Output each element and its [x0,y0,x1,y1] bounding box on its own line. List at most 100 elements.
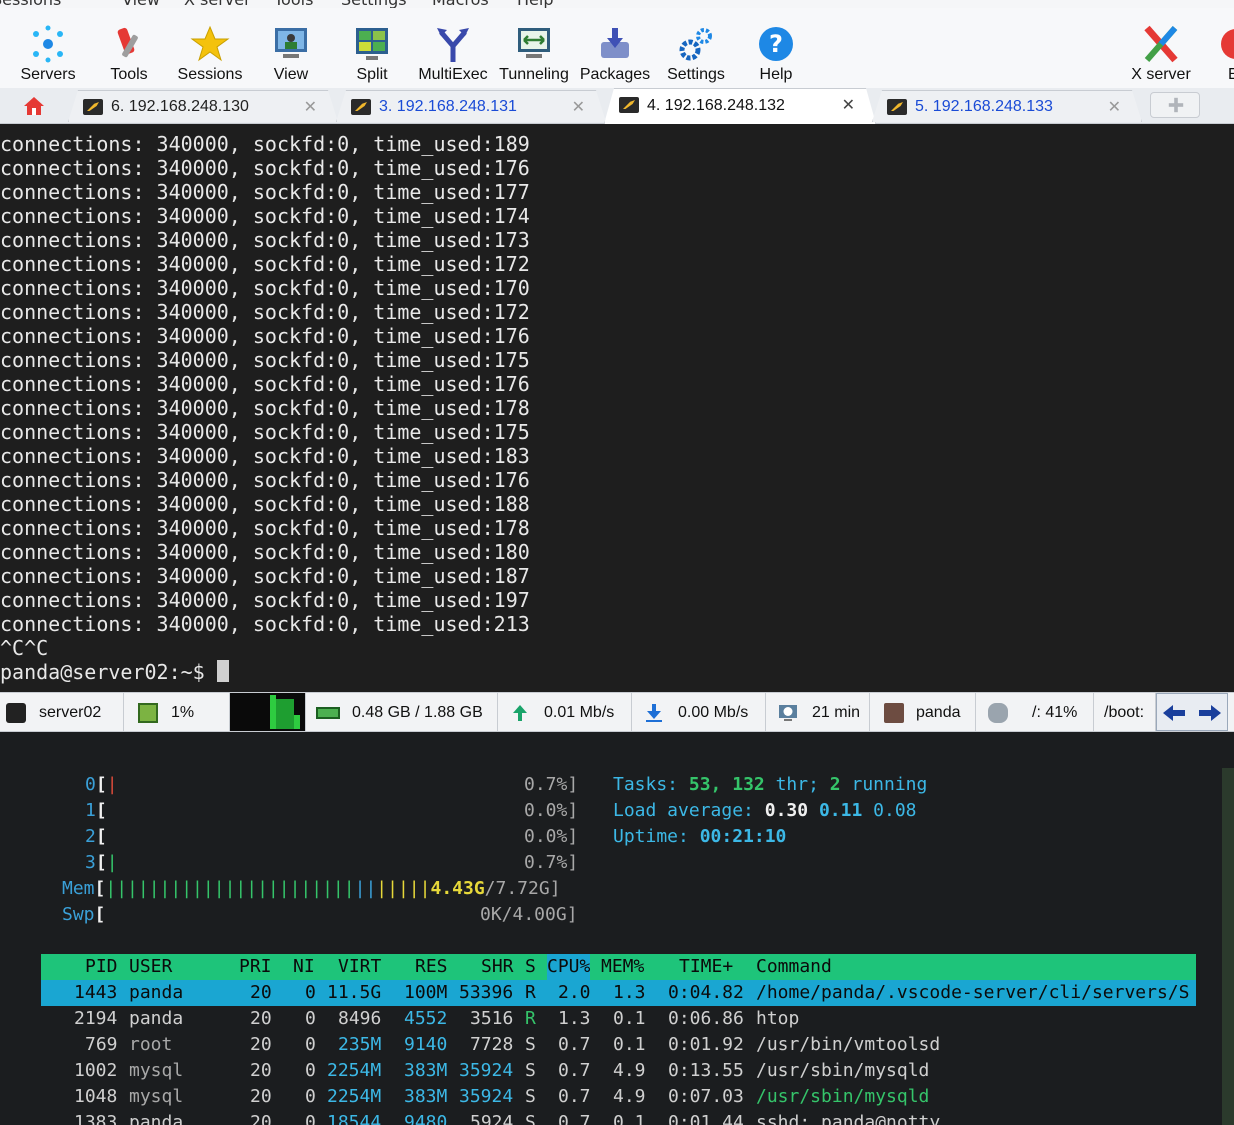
status-host: server02 [0,693,124,731]
ni: 0 [305,1034,316,1055]
process-row[interactable]: 1002 mysql 20 0 2254M 383M 35924 S 0.7 4… [41,1058,1196,1084]
status-bar: server02 1% 0.48 GB / 1.88 GB 0.01 Mb/s … [0,692,1234,732]
cpu: 0.7 [558,1112,591,1125]
settings-label: Settings [667,66,725,83]
process-table-header[interactable]: PID USER PRI NI VIRT RES SHR S CPU% MEM%… [41,954,1196,980]
exit-button[interactable]: E [1218,16,1234,88]
servers-button[interactable]: Servers [14,16,82,88]
xserver-button[interactable]: X server [1124,16,1198,88]
packages-icon [601,28,629,58]
running-label: running [851,774,928,795]
cpu-id: 2 [85,826,96,847]
swp-value: 0K/4.00G] [480,904,578,925]
process-row[interactable]: 2194 panda 20 0 8496 4552 3516 R 1.3 0.1… [41,1006,1196,1032]
state: R [525,982,536,1003]
col-mem[interactable]: MEM% [601,954,644,980]
virt: 235M [338,1034,382,1055]
process-row[interactable]: 769 root 20 0 235M 9140 7728 S 0.7 0.1 0… [41,1032,1196,1058]
settings-button[interactable]: Settings [660,16,732,88]
split-button[interactable]: Split [344,16,400,88]
terminal-line: connections: 340000, sockfd:0, time_used… [0,612,530,636]
swp-label: Swp [62,904,95,925]
close-icon[interactable]: ✕ [842,95,855,115]
threads-value: 132 [732,774,765,795]
uptime-label: Uptime: [613,826,689,847]
scroll-right-icon[interactable] [1197,702,1223,724]
sessions-button[interactable]: Sessions [176,16,244,88]
tab-session-6[interactable]: 6. 192.168.248.130 ✕ [68,90,338,122]
multiexec-icon [437,28,469,62]
res: 4552 [404,1008,448,1029]
col-s[interactable]: S [525,954,536,980]
col-ni[interactable]: NI [293,954,315,980]
status-host-text: server02 [39,704,102,721]
terminal-htop[interactable]: 0[| 0.7%] 1[ 0.0%] 2[ 0.0%] 3[| 0.7%] Me… [0,732,1234,1125]
col-virt[interactable]: VIRT [338,954,381,980]
state: S [525,1060,536,1081]
tools-icon [117,27,138,58]
cpu-icon [138,703,158,723]
state: R [525,1008,536,1029]
ssh-icon [83,99,103,115]
multiexec-button[interactable]: MultiExec [416,16,490,88]
new-tab-button[interactable] [1150,92,1200,118]
xserver-label: X server [1131,66,1191,83]
running-value: 2 [829,774,841,795]
close-icon[interactable]: ✕ [304,97,317,117]
view-button[interactable]: View [262,16,320,88]
cpu-id: 1 [85,800,96,821]
shr: 3516 [470,1008,514,1029]
home-tab[interactable] [8,90,60,122]
load-line: Load average: 0.30 0.11 0.08 [613,798,917,824]
download-arrow-icon [646,704,662,722]
terminal-line: connections: 340000, sockfd:0, time_used… [0,156,530,180]
tools-button[interactable]: Tools [96,16,162,88]
scroll-left-icon[interactable] [1161,702,1187,724]
background-strip [1222,768,1234,1125]
col-command[interactable]: Command [756,954,832,980]
col-pid[interactable]: PID [85,954,118,980]
status-memory-text: 0.48 GB / 1.88 GB [352,704,483,721]
tab-session-3[interactable]: 3. 192.168.248.131 ✕ [336,90,606,122]
col-shr[interactable]: SHR [481,954,514,980]
help-button[interactable]: ? Help [748,16,804,88]
terminal-top[interactable]: connections: 340000, sockfd:0, time_used… [0,124,1234,692]
close-icon[interactable]: ✕ [572,97,585,117]
col-pri[interactable]: PRI [239,954,272,980]
terminal-line: connections: 340000, sockfd:0, time_used… [0,564,530,588]
mem-bar-used: ||||||||||||||||||||||| [105,878,355,899]
tasks-line: Tasks: 53, 132 thr; 2 running [613,772,927,798]
bracket: [ [94,904,106,925]
tab-label: 3. 192.168.248.131 [379,98,517,115]
process-row[interactable]: 1443 panda 20 0 11.5G 100M 53396 R 2.0 1… [41,980,1196,1006]
col-cpu[interactable]: CPU% [547,954,591,980]
process-row[interactable]: 1048 mysql 20 0 2254M 383M 35924 S 0.7 4… [41,1084,1196,1110]
user-icon [884,703,904,723]
tab-session-5[interactable]: 5. 192.168.248.133 ✕ [872,90,1142,122]
terminal-line: connections: 340000, sockfd:0, time_used… [0,540,530,564]
col-res[interactable]: RES [415,954,448,980]
cpu: 1.3 [558,1008,591,1029]
gears-icon [679,28,712,61]
mem-label: Mem [62,878,95,899]
tasks-value: 53, [688,774,722,795]
session-tabs: 6. 192.168.248.130 ✕ 3. 192.168.248.131 … [0,88,1234,124]
status-cpu: 1% [124,693,230,731]
packages-button[interactable]: Packages [578,16,652,88]
terminal-line: ^C^C [0,636,49,660]
process-row[interactable]: 1383 panda 20 0 18544 9480 5924 S 0.7 0.… [41,1110,1196,1125]
shr: 53396 [459,982,514,1003]
server-icon [6,703,26,723]
close-icon[interactable]: ✕ [1108,97,1121,117]
cpu-meter-1: 1[ [85,798,107,824]
ssh-icon [351,99,371,115]
col-user[interactable]: USER [129,954,172,980]
tunneling-button[interactable]: Tunneling [496,16,572,88]
terminal-line: connections: 340000, sockfd:0, time_used… [0,444,530,468]
tasks-label: Tasks: [613,774,679,795]
res: 9480 [404,1112,448,1125]
col-time[interactable]: TIME+ [679,954,733,980]
tab-session-4[interactable]: 4. 192.168.248.132 ✕ [604,88,876,124]
bracket: [ [94,878,106,899]
bracket: [ [95,852,107,873]
